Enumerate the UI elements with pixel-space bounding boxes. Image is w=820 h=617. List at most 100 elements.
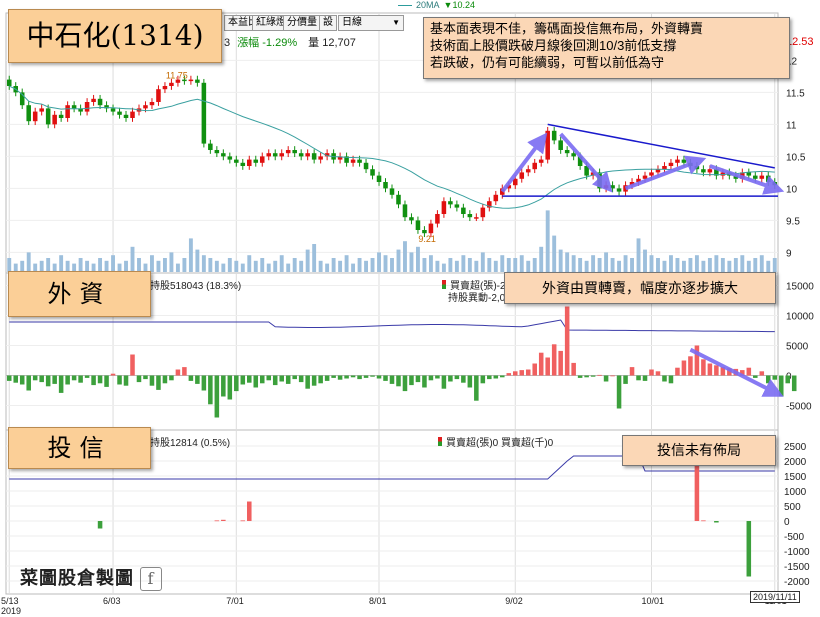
foreign-bar [169, 375, 174, 381]
foreign-bar [71, 375, 77, 381]
foreign-bar [584, 375, 589, 378]
foreign-bar [506, 373, 512, 376]
foreign-bar [662, 375, 667, 382]
foreign-bar [714, 365, 719, 376]
foreign-bar [32, 375, 38, 381]
volume-bar [675, 258, 680, 272]
volume-bar [305, 249, 310, 272]
candle-body [701, 169, 706, 173]
volume-bar [656, 258, 660, 272]
trust-note: 投信未有佈局 [622, 435, 776, 466]
volume-bar [111, 255, 115, 272]
candle-body [221, 153, 226, 157]
foreign-bar [441, 375, 447, 389]
foreign-bar [97, 375, 103, 384]
volume-bar [409, 252, 414, 272]
candle-body [71, 105, 77, 109]
trust-bar [97, 521, 103, 529]
candle-body [519, 172, 525, 179]
volume-bar [175, 263, 180, 272]
volume-bar [344, 255, 349, 272]
volume-bar [617, 260, 622, 272]
trust-bar [694, 464, 700, 521]
foreign-bar [104, 375, 109, 387]
foreign-bar [655, 371, 661, 376]
foreign-bar [318, 375, 323, 384]
candle-body [227, 156, 233, 160]
foreign-bar [52, 375, 57, 384]
price-y-tick: 10.5 [786, 152, 806, 163]
foreign-bar [195, 375, 200, 384]
foreign-bar [156, 375, 161, 390]
candle-body [545, 130, 550, 160]
foreign-bar [389, 375, 395, 384]
foreign-bar [13, 375, 19, 383]
volume-bar [201, 255, 206, 272]
volume-bar [98, 258, 103, 272]
volume-bar [506, 258, 511, 272]
x-axis-tick: 5/13 [1, 596, 19, 606]
toolbar-price-volume-button[interactable]: 分價量 [283, 15, 321, 31]
volume-value: 12,707 [322, 37, 356, 49]
trust-y-tick: -1000 [784, 547, 810, 558]
foreign-bar [285, 375, 291, 384]
foreign-bar [629, 367, 635, 376]
foreign-bar [538, 352, 544, 376]
volume-bar [545, 210, 550, 272]
candle-body [97, 98, 103, 106]
volume-label: 量 [308, 37, 320, 49]
candle-body [428, 223, 434, 234]
trust-y-tick: 2000 [784, 457, 807, 468]
x-axis-tick: 7/01 [226, 596, 244, 606]
foreign-bar [785, 375, 791, 384]
candle-body [6, 79, 12, 86]
volume-bar [416, 246, 420, 272]
volume-bar [500, 255, 505, 272]
foreign-bar [149, 375, 155, 386]
foreign-bar [227, 375, 233, 400]
candle-body [396, 194, 401, 205]
volume-bar [448, 258, 453, 272]
candle-body [162, 86, 168, 90]
foreign-bar [143, 375, 148, 380]
facebook-icon: f [140, 567, 162, 591]
low-annotation: 9.21 [418, 234, 436, 244]
candle-body [272, 153, 278, 157]
candle-body [642, 175, 648, 179]
foreign-bar [590, 375, 596, 377]
candle-body [32, 111, 38, 122]
volume-bar [364, 260, 368, 272]
foreign-bar [331, 375, 336, 378]
stock-title: 中石化(1314) [8, 9, 222, 63]
candle-body [52, 114, 57, 125]
trust-bar [221, 519, 226, 521]
volume-bar [208, 258, 213, 272]
chevron-down-icon: ▼ [392, 18, 400, 27]
volume-bar [292, 258, 297, 272]
candle-body [305, 153, 310, 157]
foreign-bar [772, 375, 778, 380]
foreign-bar [208, 375, 213, 405]
quote-line: 3 漲幅 -1.29% 量 12,707 [224, 34, 356, 50]
candle-body [357, 159, 362, 163]
price-y-tick: 10 [786, 184, 798, 195]
period-select[interactable]: 日線 ▼ [338, 15, 404, 31]
volume-bar [234, 260, 239, 272]
ma-legend: 20MA ▼10.24 [398, 0, 475, 10]
candle-body [292, 150, 297, 154]
volume-bar [279, 255, 284, 272]
candle-body [247, 159, 252, 166]
foreign-bar [162, 375, 168, 384]
volume-bar [467, 258, 472, 272]
volume-bar [746, 260, 751, 272]
foreign-y-tick: 5000 [786, 342, 809, 353]
volume-bar [428, 255, 433, 272]
toolbar-settings-button[interactable]: 設 [319, 15, 337, 31]
volume-bar [759, 255, 764, 272]
foreign-bar [461, 375, 466, 383]
foreign-bar [551, 344, 557, 376]
volume-bar [46, 258, 51, 272]
foreign-bar [305, 375, 310, 389]
candle-body [188, 79, 194, 82]
foreign-y-tick: 15000 [786, 282, 814, 293]
